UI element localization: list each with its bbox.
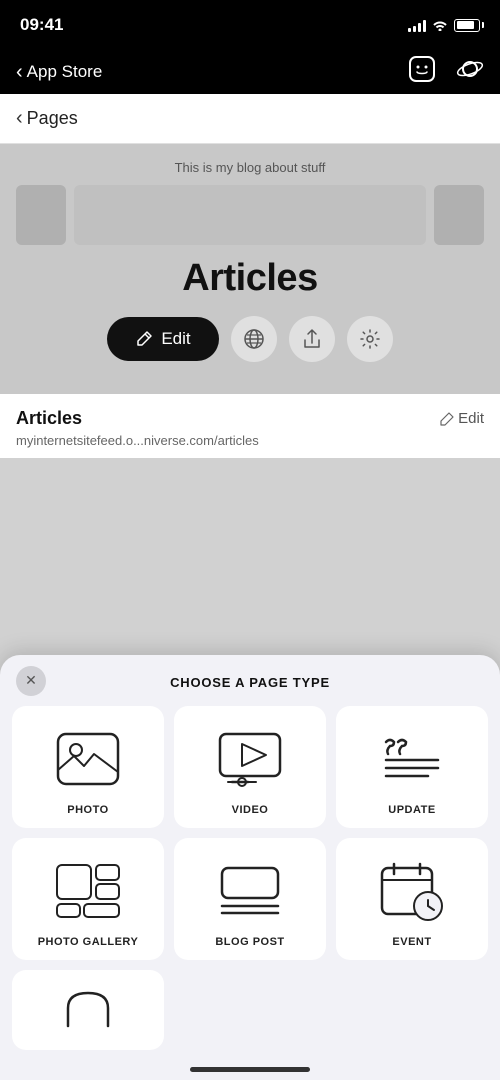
status-time: 09:41: [20, 15, 63, 35]
globe-button[interactable]: [231, 316, 277, 362]
bottom-sheet: ✕ CHOOSE A PAGE TYPE PHOTO: [0, 655, 500, 1080]
photo-type-icon: [48, 724, 128, 794]
sheet-header: ✕ CHOOSE A PAGE TYPE: [0, 655, 500, 706]
planet-icon[interactable]: [456, 55, 484, 90]
page-type-update[interactable]: UPDATE: [336, 706, 488, 828]
edit-button-label: Edit: [161, 329, 190, 349]
status-bar: 09:41: [0, 0, 500, 50]
pages-nav-label: Pages: [27, 108, 78, 129]
edit-pencil-icon: [135, 330, 153, 348]
sheet-partial-row: [0, 960, 500, 1050]
close-icon: ✕: [25, 672, 37, 689]
photo-gallery-type-icon: [48, 856, 128, 926]
pages-chevron-icon: ‹: [16, 107, 23, 130]
page-type-photo[interactable]: PHOTO: [12, 706, 164, 828]
home-indicator: [190, 1067, 310, 1072]
signal-bars-icon: [408, 18, 426, 32]
gear-icon: [359, 328, 381, 350]
photo-gallery-label: PHOTO GALLERY: [38, 936, 139, 948]
sheet-title: CHOOSE A PAGE TYPE: [170, 675, 330, 690]
header-img-center: [74, 185, 426, 245]
status-icons: [408, 18, 480, 32]
page-type-grid: PHOTO VIDEO: [0, 706, 500, 960]
page-type-photo-gallery[interactable]: PHOTO GALLERY: [12, 838, 164, 960]
photo-label: PHOTO: [67, 804, 108, 816]
edit-small-icon: [440, 412, 454, 426]
blog-post-label: BLOG POST: [215, 936, 284, 948]
share-icon: [302, 328, 322, 350]
update-label: UPDATE: [388, 804, 435, 816]
globe-icon: [243, 328, 265, 350]
settings-button[interactable]: [347, 316, 393, 362]
page-type-event[interactable]: EVENT: [336, 838, 488, 960]
store-type-icon-partial: [58, 988, 118, 1033]
phone-screen: ‹ Pages This is my blog about stuff Arti…: [0, 94, 500, 1080]
header-img-right: [434, 185, 484, 245]
pages-nav: ‹ Pages: [0, 94, 500, 144]
page-info-edit-label: Edit: [458, 410, 484, 427]
page-info-url: myinternetsitefeed.o...niverse.com/artic…: [16, 433, 484, 448]
pages-back-button[interactable]: ‹ Pages: [16, 107, 78, 130]
event-label: EVENT: [392, 936, 431, 948]
page-info-edit-button[interactable]: Edit: [440, 410, 484, 427]
page-header-images: [16, 185, 484, 245]
page-type-blog-post[interactable]: BLOG POST: [174, 838, 326, 960]
battery-icon: [454, 19, 480, 32]
page-info-name: Articles: [16, 408, 82, 429]
header-img-left: [16, 185, 66, 245]
wifi-icon: [432, 19, 448, 31]
app-store-back-button[interactable]: ‹ App Store: [16, 62, 102, 82]
page-preview: This is my blog about stuff Articles Edi…: [0, 144, 500, 394]
face-icon[interactable]: [408, 55, 436, 90]
page-type-store-partial[interactable]: [12, 970, 164, 1050]
video-type-icon: [210, 724, 290, 794]
back-label: App Store: [27, 62, 103, 82]
blog-post-type-icon: [210, 856, 290, 926]
nav-right-icons: [408, 55, 484, 90]
sheet-close-button[interactable]: ✕: [16, 666, 46, 696]
share-button[interactable]: [289, 316, 335, 362]
page-info-name-row: Articles Edit: [16, 408, 484, 429]
nav-bar: ‹ App Store: [0, 50, 500, 94]
page-subtitle: This is my blog about stuff: [175, 160, 326, 175]
update-type-icon: [372, 724, 452, 794]
page-type-video[interactable]: VIDEO: [174, 706, 326, 828]
event-type-icon: [372, 856, 452, 926]
back-chevron-icon: ‹: [16, 62, 23, 82]
page-info-row: Articles Edit myinternetsitefeed.o...niv…: [0, 394, 500, 458]
page-title: Articles: [182, 257, 317, 300]
edit-button[interactable]: Edit: [107, 317, 218, 361]
video-label: VIDEO: [232, 804, 269, 816]
page-actions: Edit: [107, 316, 392, 362]
